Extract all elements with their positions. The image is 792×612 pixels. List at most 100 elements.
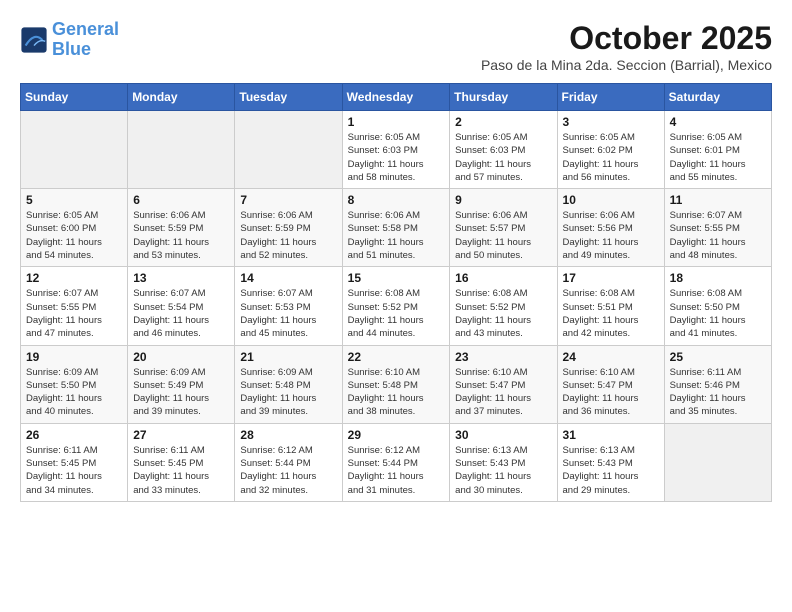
weekday-header: Wednesday xyxy=(342,84,450,111)
calendar-day-cell: 11 Sunrise: 6:07 AM Sunset: 5:55 PM Dayli… xyxy=(664,189,771,267)
day-info: Sunrise: 6:05 AM Sunset: 6:03 PM Dayligh… xyxy=(455,131,551,184)
calendar-header-row: SundayMondayTuesdayWednesdayThursdayFrid… xyxy=(21,84,772,111)
weekday-header: Monday xyxy=(128,84,235,111)
day-info: Sunrise: 6:13 AM Sunset: 5:43 PM Dayligh… xyxy=(455,444,551,497)
calendar-day-cell: 27 Sunrise: 6:11 AM Sunset: 5:45 PM Dayli… xyxy=(128,423,235,501)
calendar-week-row: 26 Sunrise: 6:11 AM Sunset: 5:45 PM Dayli… xyxy=(21,423,772,501)
day-info: Sunrise: 6:10 AM Sunset: 5:48 PM Dayligh… xyxy=(348,366,445,419)
day-number: 1 xyxy=(348,115,445,129)
day-number: 18 xyxy=(670,271,766,285)
title-block: October 2025 Paso de la Mina 2da. Seccio… xyxy=(481,20,772,73)
day-info: Sunrise: 6:10 AM Sunset: 5:47 PM Dayligh… xyxy=(455,366,551,419)
calendar-day-cell: 20 Sunrise: 6:09 AM Sunset: 5:49 PM Dayli… xyxy=(128,345,235,423)
weekday-header: Saturday xyxy=(664,84,771,111)
calendar-day-cell xyxy=(128,111,235,189)
logo-icon xyxy=(20,26,48,54)
calendar-day-cell: 28 Sunrise: 6:12 AM Sunset: 5:44 PM Dayli… xyxy=(235,423,342,501)
day-number: 28 xyxy=(240,428,336,442)
page-header: General Blue October 2025 Paso de la Min… xyxy=(20,20,772,73)
calendar-day-cell: 24 Sunrise: 6:10 AM Sunset: 5:47 PM Dayli… xyxy=(557,345,664,423)
weekday-header: Thursday xyxy=(450,84,557,111)
day-info: Sunrise: 6:07 AM Sunset: 5:55 PM Dayligh… xyxy=(670,209,766,262)
day-number: 9 xyxy=(455,193,551,207)
day-info: Sunrise: 6:06 AM Sunset: 5:56 PM Dayligh… xyxy=(563,209,659,262)
day-info: Sunrise: 6:08 AM Sunset: 5:52 PM Dayligh… xyxy=(348,287,445,340)
calendar-day-cell xyxy=(235,111,342,189)
day-number: 6 xyxy=(133,193,229,207)
logo: General Blue xyxy=(20,20,119,60)
day-number: 13 xyxy=(133,271,229,285)
day-info: Sunrise: 6:05 AM Sunset: 6:03 PM Dayligh… xyxy=(348,131,445,184)
calendar-day-cell: 23 Sunrise: 6:10 AM Sunset: 5:47 PM Dayli… xyxy=(450,345,557,423)
day-number: 15 xyxy=(348,271,445,285)
day-info: Sunrise: 6:07 AM Sunset: 5:54 PM Dayligh… xyxy=(133,287,229,340)
calendar-day-cell: 22Sunrise: 6:10 AM Sunset: 5:48 PM Dayli… xyxy=(342,345,450,423)
day-info: Sunrise: 6:07 AM Sunset: 5:53 PM Dayligh… xyxy=(240,287,336,340)
day-number: 17 xyxy=(563,271,659,285)
day-number: 8 xyxy=(348,193,445,207)
day-info: Sunrise: 6:11 AM Sunset: 5:45 PM Dayligh… xyxy=(133,444,229,497)
day-number: 21 xyxy=(240,350,336,364)
day-number: 16 xyxy=(455,271,551,285)
day-info: Sunrise: 6:09 AM Sunset: 5:50 PM Dayligh… xyxy=(26,366,122,419)
day-info: Sunrise: 6:06 AM Sunset: 5:57 PM Dayligh… xyxy=(455,209,551,262)
day-info: Sunrise: 6:10 AM Sunset: 5:47 PM Dayligh… xyxy=(563,366,659,419)
day-number: 29 xyxy=(348,428,445,442)
day-number: 4 xyxy=(670,115,766,129)
day-number: 11 xyxy=(670,193,766,207)
calendar-day-cell: 5Sunrise: 6:05 AM Sunset: 6:00 PM Daylig… xyxy=(21,189,128,267)
weekday-header: Sunday xyxy=(21,84,128,111)
calendar-day-cell: 10Sunrise: 6:06 AM Sunset: 5:56 PM Dayli… xyxy=(557,189,664,267)
day-number: 25 xyxy=(670,350,766,364)
day-number: 26 xyxy=(26,428,122,442)
day-info: Sunrise: 6:06 AM Sunset: 5:59 PM Dayligh… xyxy=(133,209,229,262)
day-info: Sunrise: 6:12 AM Sunset: 5:44 PM Dayligh… xyxy=(240,444,336,497)
calendar-day-cell: 8 Sunrise: 6:06 AM Sunset: 5:58 PM Daylig… xyxy=(342,189,450,267)
day-number: 23 xyxy=(455,350,551,364)
day-number: 20 xyxy=(133,350,229,364)
day-number: 27 xyxy=(133,428,229,442)
day-number: 30 xyxy=(455,428,551,442)
calendar-day-cell: 31Sunrise: 6:13 AM Sunset: 5:43 PM Dayli… xyxy=(557,423,664,501)
day-number: 12 xyxy=(26,271,122,285)
logo-text: General Blue xyxy=(52,20,119,60)
calendar-day-cell: 9 Sunrise: 6:06 AM Sunset: 5:57 PM Daylig… xyxy=(450,189,557,267)
day-number: 24 xyxy=(563,350,659,364)
weekday-header: Tuesday xyxy=(235,84,342,111)
calendar-day-cell: 12 Sunrise: 6:07 AM Sunset: 5:55 PM Dayli… xyxy=(21,267,128,345)
location-subtitle: Paso de la Mina 2da. Seccion (Barrial), … xyxy=(481,57,772,73)
calendar-day-cell xyxy=(664,423,771,501)
calendar-week-row: 12 Sunrise: 6:07 AM Sunset: 5:55 PM Dayli… xyxy=(21,267,772,345)
calendar-day-cell: 1 Sunrise: 6:05 AM Sunset: 6:03 PM Daylig… xyxy=(342,111,450,189)
day-info: Sunrise: 6:08 AM Sunset: 5:52 PM Dayligh… xyxy=(455,287,551,340)
day-info: Sunrise: 6:08 AM Sunset: 5:50 PM Dayligh… xyxy=(670,287,766,340)
calendar-day-cell: 16 Sunrise: 6:08 AM Sunset: 5:52 PM Dayli… xyxy=(450,267,557,345)
calendar-day-cell: 4 Sunrise: 6:05 AM Sunset: 6:01 PM Daylig… xyxy=(664,111,771,189)
calendar-week-row: 19 Sunrise: 6:09 AM Sunset: 5:50 PM Dayli… xyxy=(21,345,772,423)
calendar-day-cell: 25 Sunrise: 6:11 AM Sunset: 5:46 PM Dayli… xyxy=(664,345,771,423)
calendar-week-row: 1 Sunrise: 6:05 AM Sunset: 6:03 PM Daylig… xyxy=(21,111,772,189)
day-number: 19 xyxy=(26,350,122,364)
calendar-week-row: 5Sunrise: 6:05 AM Sunset: 6:00 PM Daylig… xyxy=(21,189,772,267)
weekday-header: Friday xyxy=(557,84,664,111)
calendar-day-cell: 3Sunrise: 6:05 AM Sunset: 6:02 PM Daylig… xyxy=(557,111,664,189)
calendar-day-cell: 18 Sunrise: 6:08 AM Sunset: 5:50 PM Dayli… xyxy=(664,267,771,345)
day-info: Sunrise: 6:06 AM Sunset: 5:58 PM Dayligh… xyxy=(348,209,445,262)
calendar-day-cell: 21Sunrise: 6:09 AM Sunset: 5:48 PM Dayli… xyxy=(235,345,342,423)
day-info: Sunrise: 6:11 AM Sunset: 5:46 PM Dayligh… xyxy=(670,366,766,419)
day-info: Sunrise: 6:07 AM Sunset: 5:55 PM Dayligh… xyxy=(26,287,122,340)
calendar-day-cell: 14Sunrise: 6:07 AM Sunset: 5:53 PM Dayli… xyxy=(235,267,342,345)
calendar-day-cell xyxy=(21,111,128,189)
calendar-day-cell: 26 Sunrise: 6:11 AM Sunset: 5:45 PM Dayli… xyxy=(21,423,128,501)
day-number: 5 xyxy=(26,193,122,207)
day-info: Sunrise: 6:11 AM Sunset: 5:45 PM Dayligh… xyxy=(26,444,122,497)
day-number: 7 xyxy=(240,193,336,207)
day-info: Sunrise: 6:09 AM Sunset: 5:49 PM Dayligh… xyxy=(133,366,229,419)
calendar-day-cell: 15 Sunrise: 6:08 AM Sunset: 5:52 PM Dayli… xyxy=(342,267,450,345)
day-info: Sunrise: 6:06 AM Sunset: 5:59 PM Dayligh… xyxy=(240,209,336,262)
calendar-day-cell: 2Sunrise: 6:05 AM Sunset: 6:03 PM Daylig… xyxy=(450,111,557,189)
month-title: October 2025 xyxy=(481,20,772,57)
calendar-day-cell: 7 Sunrise: 6:06 AM Sunset: 5:59 PM Daylig… xyxy=(235,189,342,267)
day-info: Sunrise: 6:05 AM Sunset: 6:01 PM Dayligh… xyxy=(670,131,766,184)
day-info: Sunrise: 6:05 AM Sunset: 6:02 PM Dayligh… xyxy=(563,131,659,184)
